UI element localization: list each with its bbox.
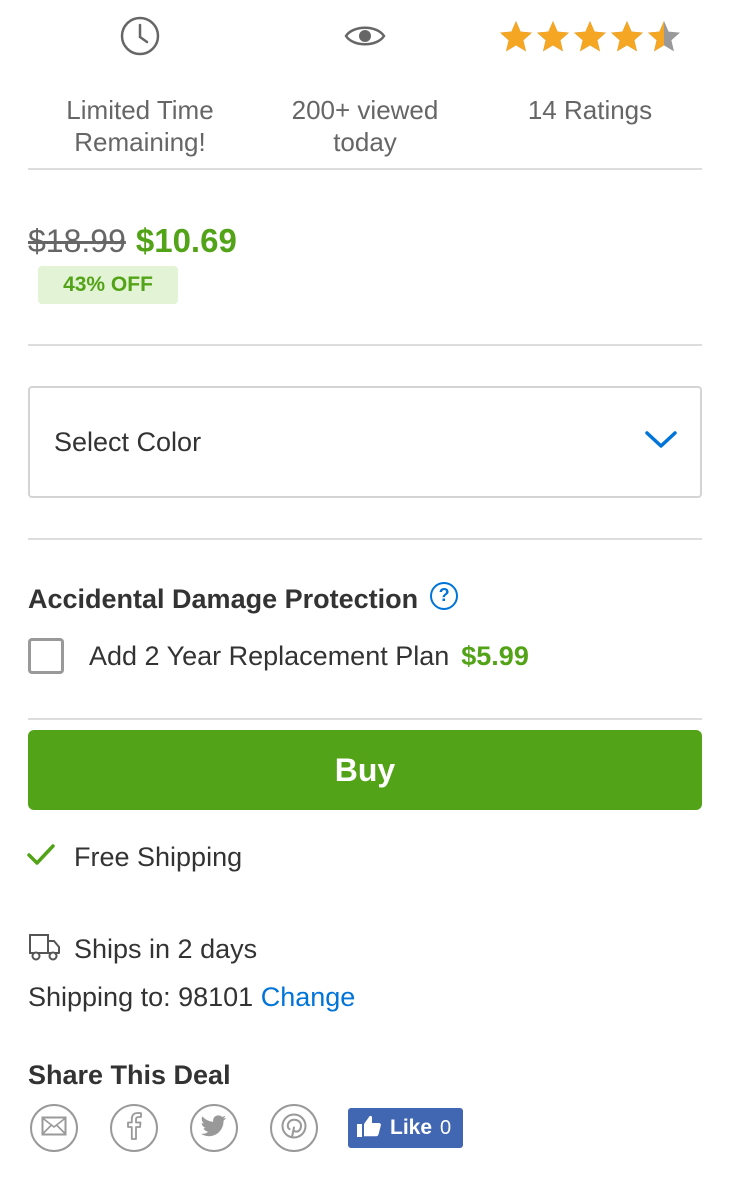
buy-button[interactable]: Buy xyxy=(28,730,702,810)
sale-price: $10.69 xyxy=(135,222,237,259)
star-icon xyxy=(500,21,532,52)
replacement-plan-label: Add 2 Year Replacement Plan xyxy=(89,640,450,671)
divider xyxy=(28,538,702,540)
replacement-plan-option[interactable]: Add 2 Year Replacement Plan $5.99 xyxy=(28,638,529,674)
star-icon xyxy=(537,21,569,52)
protection-title: Accidental Damage Protection xyxy=(28,584,419,614)
pinterest-share-button[interactable] xyxy=(270,1104,318,1152)
views-label: 200+ viewed today xyxy=(291,95,439,157)
divider xyxy=(28,718,702,720)
thumbs-up-icon xyxy=(356,1114,382,1143)
ratings-count: 14 Ratings xyxy=(527,95,653,125)
replacement-plan-price: $5.99 xyxy=(461,640,529,671)
help-icon[interactable]: ? xyxy=(430,581,459,610)
star-icon xyxy=(611,21,643,52)
ratings-stat[interactable]: 14 Ratings xyxy=(470,14,710,126)
pinterest-icon xyxy=(281,1113,307,1144)
limited-time-stat: Limited Time Remaining! xyxy=(20,14,260,158)
rating-stars xyxy=(470,14,710,58)
ships-in: Ships in 2 days xyxy=(28,932,257,967)
share-buttons: Like 0 xyxy=(30,1104,464,1152)
color-select[interactable]: Select Color xyxy=(28,386,702,498)
twitter-share-button[interactable] xyxy=(190,1104,238,1152)
divider xyxy=(28,344,702,346)
free-shipping: Free Shipping xyxy=(26,842,242,873)
star-icon xyxy=(574,21,606,52)
twitter-icon xyxy=(200,1114,227,1142)
change-zip-link[interactable]: Change xyxy=(261,982,356,1012)
eye-icon xyxy=(245,14,485,58)
limited-time-label: Limited Time Remaining! xyxy=(66,95,214,157)
ships-in-label: Ships in 2 days xyxy=(74,934,258,964)
email-share-button[interactable] xyxy=(30,1104,78,1152)
free-shipping-label: Free Shipping xyxy=(74,842,243,872)
original-price: $18.99 xyxy=(28,223,126,259)
like-count: 0 xyxy=(440,1116,452,1139)
divider xyxy=(28,168,702,170)
replacement-plan-checkbox[interactable] xyxy=(28,638,64,674)
truck-icon xyxy=(28,932,62,967)
deal-stats: Limited Time Remaining! 200+ viewed toda… xyxy=(0,0,734,168)
email-icon xyxy=(41,1116,67,1141)
star-icon xyxy=(648,21,680,52)
shipping-destination: Shipping to: 98101 Change xyxy=(28,982,355,1013)
color-select-label: Select Color xyxy=(54,426,202,457)
checkmark-icon xyxy=(26,842,56,873)
discount-badge: 43% OFF xyxy=(38,266,178,304)
facebook-like-button[interactable]: Like 0 xyxy=(348,1108,464,1148)
clock-icon xyxy=(20,14,260,58)
views-stat: 200+ viewed today xyxy=(245,14,485,158)
chevron-down-icon xyxy=(644,430,678,455)
facebook-icon xyxy=(126,1111,142,1145)
facebook-share-button[interactable] xyxy=(110,1104,158,1152)
like-label: Like xyxy=(390,1116,433,1139)
protection-heading: Accidental Damage Protection ? xyxy=(28,581,459,615)
shipping-zip-label: Shipping to: 98101 xyxy=(28,982,254,1012)
price-row: $18.99 $10.69 xyxy=(28,222,237,260)
share-title: Share This Deal xyxy=(28,1060,231,1090)
